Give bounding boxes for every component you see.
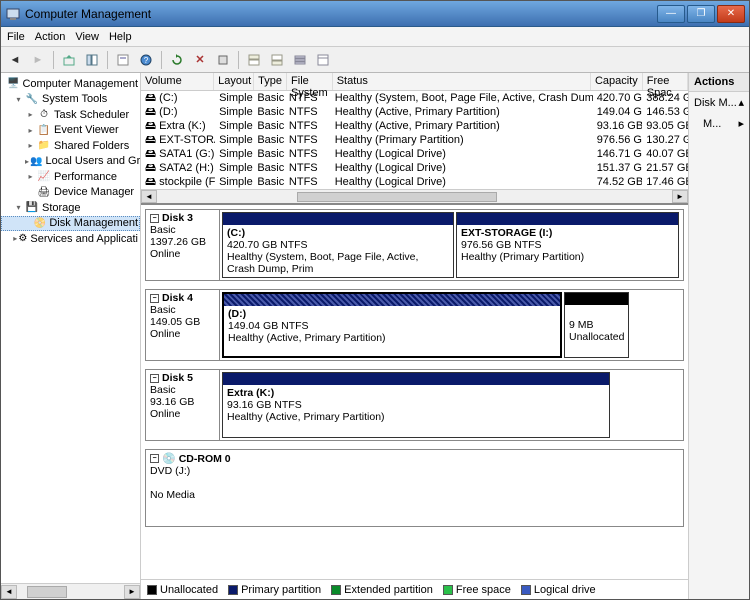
back-button[interactable]: ◄ bbox=[5, 50, 25, 70]
chevron-up-icon: ▴ bbox=[738, 96, 744, 109]
menu-action[interactable]: Action bbox=[35, 31, 66, 43]
volume-row[interactable]: 🖴 (C:)SimpleBasicNTFSHealthy (System, Bo… bbox=[141, 91, 688, 105]
minimize-button[interactable]: — bbox=[657, 5, 685, 23]
disk-collapse-icon[interactable]: − bbox=[150, 294, 159, 303]
partition-d-selected[interactable]: (D:)149.04 GB NTFSHealthy (Active, Prima… bbox=[222, 292, 562, 358]
collapse-icon[interactable]: ▾ bbox=[13, 94, 24, 105]
disk-4-row[interactable]: −Disk 4 Basic149.05 GBOnline (D:)149.04 … bbox=[145, 289, 684, 361]
tree-root[interactable]: 🖥️Computer Management bbox=[1, 76, 140, 92]
expand-icon[interactable]: ▸ bbox=[25, 109, 36, 120]
legend-swatch-unallocated bbox=[147, 585, 157, 595]
volume-row[interactable]: 🖴 stockpile (F:)SimpleBasicNTFSHealthy (… bbox=[141, 175, 688, 189]
partition-ext-storage[interactable]: EXT-STORAGE (I:)976.56 GB NTFSHealthy (P… bbox=[456, 212, 679, 278]
tree-services[interactable]: ▸⚙Services and Applicati bbox=[1, 231, 140, 247]
menu-file[interactable]: File bbox=[7, 31, 25, 43]
view-bottom-button[interactable] bbox=[267, 50, 287, 70]
volume-row[interactable]: 🖴 Extra (K:)SimpleBasicNTFSHealthy (Acti… bbox=[141, 119, 688, 133]
volume-row[interactable]: 🖴 (D:)SimpleBasicNTFSHealthy (Active, Pr… bbox=[141, 105, 688, 119]
cdrom-0-info: −💿CD-ROM 0 DVD (J:)No Media bbox=[146, 450, 683, 526]
col-status[interactable]: Status bbox=[333, 73, 591, 90]
col-free[interactable]: Free Spac bbox=[643, 73, 688, 90]
svg-text:?: ? bbox=[144, 56, 149, 65]
scroll-right-button[interactable]: ► bbox=[124, 585, 140, 599]
volume-row[interactable]: 🖴 EXT-STORAGE (I:)SimpleBasicNTFSHealthy… bbox=[141, 133, 688, 147]
volume-list[interactable]: Volume Layout Type File System Status Ca… bbox=[141, 73, 688, 205]
disk-4-info: −Disk 4 Basic149.05 GBOnline bbox=[146, 290, 220, 360]
tree-hscrollbar[interactable]: ◄ ► bbox=[1, 583, 140, 599]
actions-pane: Actions Disk M...▴ M...▸ bbox=[689, 73, 749, 599]
disk-5-info: −Disk 5 Basic93.16 GBOnline bbox=[146, 370, 220, 440]
volume-row[interactable]: 🖴 SATA1 (G:)SimpleBasicNTFSHealthy (Logi… bbox=[141, 147, 688, 161]
col-volume[interactable]: Volume bbox=[141, 73, 214, 90]
title-bar: Computer Management — ❐ ✕ bbox=[1, 1, 749, 27]
view-detail-button[interactable] bbox=[313, 50, 333, 70]
toolbar: ◄ ► ? ✕ bbox=[1, 47, 749, 73]
disk-collapse-icon[interactable]: − bbox=[150, 374, 159, 383]
forward-button[interactable]: ► bbox=[28, 50, 48, 70]
disk-collapse-icon[interactable]: − bbox=[150, 214, 159, 223]
col-filesystem[interactable]: File System bbox=[287, 73, 333, 90]
scroll-thumb[interactable] bbox=[297, 192, 497, 202]
volume-hscrollbar[interactable]: ◄ ► bbox=[141, 189, 688, 203]
tree-disk-management[interactable]: 📀Disk Management bbox=[1, 216, 140, 232]
tree-event-viewer[interactable]: ▸📋Event Viewer bbox=[1, 123, 140, 139]
partition-extra-k[interactable]: Extra (K:)93.16 GB NTFSHealthy (Active, … bbox=[222, 372, 610, 438]
view-list-button[interactable] bbox=[290, 50, 310, 70]
app-icon bbox=[5, 6, 21, 22]
actions-header: Actions bbox=[689, 73, 749, 92]
tree-local-users[interactable]: ▸👥Local Users and Gr bbox=[1, 154, 140, 170]
col-capacity[interactable]: Capacity bbox=[591, 73, 643, 90]
maximize-button[interactable]: ❐ bbox=[687, 5, 715, 23]
partition-c[interactable]: (C:)420.70 GB NTFSHealthy (System, Boot,… bbox=[222, 212, 454, 278]
properties-button[interactable] bbox=[113, 50, 133, 70]
actions-more[interactable]: M...▸ bbox=[689, 113, 749, 134]
legend-swatch-logical bbox=[521, 585, 531, 595]
view-top-button[interactable] bbox=[244, 50, 264, 70]
menu-view[interactable]: View bbox=[75, 31, 99, 43]
col-type[interactable]: Type bbox=[254, 73, 287, 90]
scroll-right-button[interactable]: ► bbox=[672, 190, 688, 203]
legend-swatch-extended bbox=[331, 585, 341, 595]
refresh-button[interactable] bbox=[167, 50, 187, 70]
up-button[interactable] bbox=[59, 50, 79, 70]
disk-3-row[interactable]: −Disk 3 Basic1397.26 GBOnline (C:)420.70… bbox=[145, 209, 684, 281]
legend-swatch-primary bbox=[228, 585, 238, 595]
scroll-thumb[interactable] bbox=[27, 586, 67, 598]
menu-help[interactable]: Help bbox=[109, 31, 132, 43]
menu-bar: File Action View Help bbox=[1, 27, 749, 47]
scroll-left-button[interactable]: ◄ bbox=[1, 585, 17, 599]
scroll-left-button[interactable]: ◄ bbox=[141, 190, 157, 203]
close-button[interactable]: ✕ bbox=[717, 5, 745, 23]
tree-performance[interactable]: ▸📈Performance bbox=[1, 169, 140, 185]
legend-swatch-free bbox=[443, 585, 453, 595]
disk-5-row[interactable]: −Disk 5 Basic93.16 GBOnline Extra (K:)93… bbox=[145, 369, 684, 441]
disk-3-info: −Disk 3 Basic1397.26 GBOnline bbox=[146, 210, 220, 280]
settings-button[interactable] bbox=[213, 50, 233, 70]
delete-button[interactable]: ✕ bbox=[190, 50, 210, 70]
tree-shared-folders[interactable]: ▸📁Shared Folders bbox=[1, 138, 140, 154]
tree-task-scheduler[interactable]: ▸⏱Task Scheduler bbox=[1, 107, 140, 123]
legend-bar: Unallocated Primary partition Extended p… bbox=[141, 579, 688, 599]
col-layout[interactable]: Layout bbox=[214, 73, 254, 90]
nav-tree[interactable]: 🖥️Computer Management ▾🔧System Tools ▸⏱T… bbox=[1, 73, 141, 599]
actions-disk-mgmt[interactable]: Disk M...▴ bbox=[689, 92, 749, 113]
chevron-right-icon: ▸ bbox=[738, 117, 744, 130]
tree-device-manager[interactable]: 🖨Device Manager bbox=[1, 185, 140, 201]
disk-graphical-view[interactable]: −Disk 3 Basic1397.26 GBOnline (C:)420.70… bbox=[141, 205, 688, 579]
help-button[interactable]: ? bbox=[136, 50, 156, 70]
volume-row[interactable]: 🖴 SATA2 (H:)SimpleBasicNTFSHealthy (Logi… bbox=[141, 161, 688, 175]
window-title: Computer Management bbox=[25, 7, 657, 21]
tree-system-tools[interactable]: ▾🔧System Tools bbox=[1, 92, 140, 108]
show-hide-tree-button[interactable] bbox=[82, 50, 102, 70]
partition-unallocated[interactable]: 9 MBUnallocated bbox=[564, 292, 629, 358]
volume-header[interactable]: Volume Layout Type File System Status Ca… bbox=[141, 73, 688, 91]
cdrom-0-row[interactable]: −💿CD-ROM 0 DVD (J:)No Media bbox=[145, 449, 684, 527]
tree-storage[interactable]: ▾💾Storage bbox=[1, 200, 140, 216]
disk-collapse-icon[interactable]: − bbox=[150, 454, 159, 463]
